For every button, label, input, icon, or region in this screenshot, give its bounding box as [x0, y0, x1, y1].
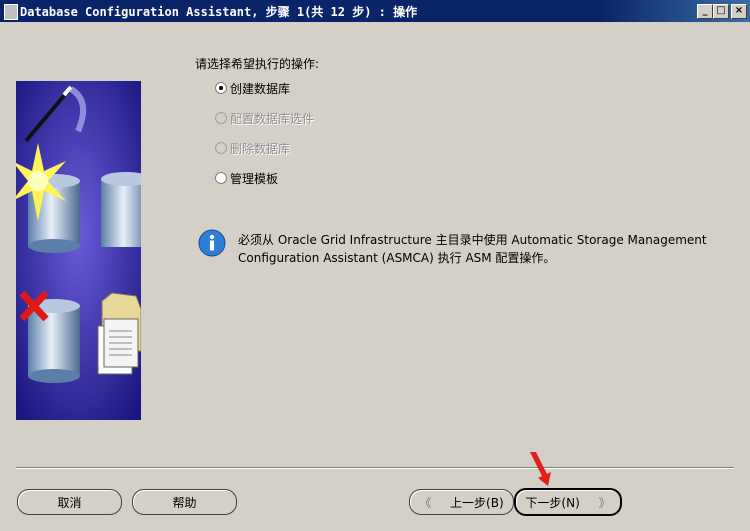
button-label: 上一步(B)	[450, 495, 504, 510]
next-button[interactable]: 下一步(N) 》	[514, 488, 622, 516]
next-arrow-icon: 》	[598, 495, 611, 510]
radio-button[interactable]	[215, 82, 227, 94]
wizard-illustration	[16, 81, 141, 420]
option-label: 创建数据库	[230, 81, 291, 96]
button-label: 取消	[57, 495, 82, 510]
title-bar[interactable]: Database Configuration Assistant, 步骤 1(共…	[0, 0, 750, 22]
info-line: Configuration Assistant (ASMCA) 执行 ASM 配…	[238, 251, 556, 265]
cancel-button[interactable]: 取消	[17, 489, 122, 515]
window-title: Database Configuration Assistant, 步骤 1(共…	[20, 5, 418, 19]
option-label: 管理模板	[230, 171, 279, 186]
info-icon	[198, 229, 226, 257]
minimize-button[interactable]: _	[697, 4, 713, 19]
option-delete-database: 删除数据库	[215, 140, 290, 156]
button-label: 帮助	[172, 495, 197, 510]
back-arrow-icon: 《	[419, 495, 432, 510]
option-manage-templates[interactable]: 管理模板	[215, 170, 278, 186]
back-button[interactable]: 《 上一步(B)	[409, 489, 514, 515]
info-line: 必须从 Oracle Grid Infrastructure 主目录中使用 Au…	[238, 233, 707, 247]
option-label: 配置数据库选件	[230, 111, 315, 126]
pointer-arrow-icon	[528, 452, 552, 491]
folder-documents-icon	[97, 292, 141, 375]
button-label: 下一步(N)	[525, 495, 580, 510]
close-button[interactable]: ×	[731, 4, 747, 19]
maximize-button[interactable]: □	[713, 4, 729, 19]
operation-prompt: 请选择希望执行的操作:	[195, 57, 320, 71]
help-button[interactable]: 帮助	[132, 489, 237, 515]
asm-info-message: 必须从 Oracle Grid Infrastructure 主目录中使用 Au…	[238, 231, 708, 267]
option-configure-database-options: 配置数据库选件	[215, 110, 314, 126]
database-cylinder-icon	[101, 172, 141, 247]
footer-divider	[16, 467, 734, 469]
option-create-database[interactable]: 创建数据库	[215, 80, 290, 96]
app-icon	[4, 4, 18, 20]
radio-button	[215, 112, 227, 124]
radio-button[interactable]	[215, 172, 227, 184]
radio-button	[215, 142, 227, 154]
option-label: 删除数据库	[230, 141, 291, 156]
